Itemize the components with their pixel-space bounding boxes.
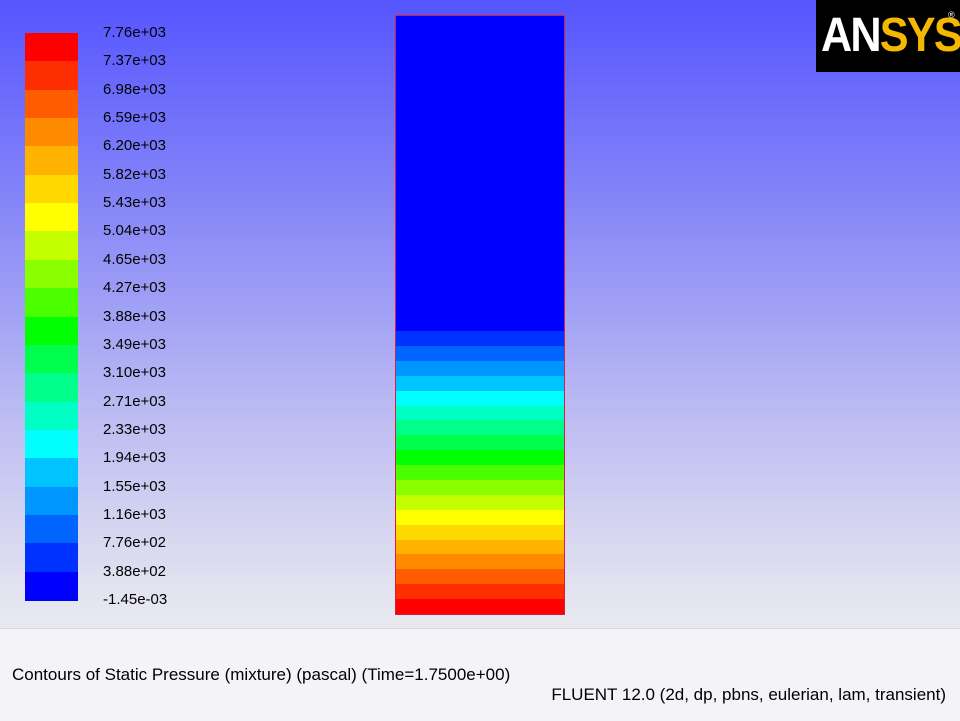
contour-band — [396, 465, 564, 482]
legend-tick-label: 1.94e+03 — [103, 449, 166, 467]
contour-band — [396, 584, 564, 601]
contour-band — [396, 524, 564, 541]
legend-tick-label: 7.76e+02 — [103, 534, 166, 552]
contour-band — [396, 569, 564, 586]
contour-band — [396, 539, 564, 556]
legend-tick-label: 5.43e+03 — [103, 194, 166, 212]
legend-swatch — [25, 231, 78, 261]
legend-swatch — [25, 514, 78, 544]
legend-tick-label: 7.37e+03 — [103, 52, 166, 70]
legend-swatch — [25, 486, 78, 516]
legend-tick-label: 1.16e+03 — [103, 505, 166, 523]
legend-tick-label: 3.88e+03 — [103, 307, 166, 325]
legend-swatch — [25, 316, 78, 346]
contour-band — [396, 494, 564, 511]
legend-swatch — [25, 259, 78, 289]
legend-tick-label: 3.49e+03 — [103, 335, 166, 353]
graphics-viewport[interactable]: 7.76e+03 7.37e+03 6.98e+03 6.59e+03 6.20e+03… — [0, 0, 960, 628]
info-bar: Contours of Static Pressure (mixture) (p… — [0, 628, 960, 721]
legend-swatch — [25, 401, 78, 431]
legend-tick-label: 4.27e+03 — [103, 279, 166, 297]
legend-tick-label: -1.45e-03 — [103, 591, 168, 608]
solver-info: FLUENT 12.0 (2d, dp, pbns, eulerian, lam… — [551, 685, 946, 704]
legend-swatch — [25, 174, 78, 204]
legend-tick-label: 6.98e+03 — [103, 80, 166, 98]
legend-tick-label: 6.59e+03 — [103, 109, 166, 127]
legend-swatch — [25, 429, 78, 459]
legend-swatch — [25, 458, 78, 488]
legend-swatch — [25, 118, 78, 148]
logo-text-an: AN — [821, 9, 882, 62]
contour-band — [396, 509, 564, 526]
legend-swatch — [25, 543, 78, 573]
contour-band — [396, 420, 564, 437]
legend-swatch — [25, 344, 78, 374]
contour-band — [396, 435, 564, 452]
legend-tick-label: 3.88e+02 — [103, 562, 166, 580]
legend-tick-label: 7.76e+03 — [103, 24, 166, 41]
legend-tick-label: 5.04e+03 — [103, 222, 166, 240]
legend-swatch — [25, 288, 78, 318]
contour-band — [396, 375, 564, 392]
legend-tick-label: 2.71e+03 — [103, 392, 166, 410]
registered-mark: ® — [948, 10, 955, 20]
contour-band — [396, 331, 564, 348]
legend-swatch — [25, 373, 78, 403]
color-legend-bar — [25, 33, 78, 601]
legend-swatch — [25, 571, 78, 601]
contour-band — [396, 360, 564, 377]
legend-tick-label: 6.20e+03 — [103, 137, 166, 155]
legend-tick-label: 4.65e+03 — [103, 250, 166, 268]
contour-band — [396, 599, 564, 614]
ansys-logo: ANSYS ® — [816, 0, 960, 72]
legend-tick-label: 1.55e+03 — [103, 477, 166, 495]
contour-band — [396, 405, 564, 422]
contour-band — [396, 390, 564, 407]
contour-band — [396, 480, 564, 497]
contour-domain — [395, 15, 565, 615]
legend-swatch — [25, 146, 78, 176]
legend-tick-label: 2.33e+03 — [103, 420, 166, 438]
legend-swatch — [25, 33, 78, 62]
contour-band — [396, 346, 564, 363]
legend-swatch — [25, 89, 78, 119]
legend-tick-label: 5.82e+03 — [103, 165, 166, 183]
legend-swatch — [25, 203, 78, 233]
legend-tick-label: 3.10e+03 — [103, 364, 166, 382]
contour-band — [396, 554, 564, 571]
contour-caption: Contours of Static Pressure (mixture) (p… — [12, 665, 511, 684]
contour-band — [396, 450, 564, 467]
uniform-pressure-region — [396, 16, 564, 332]
legend-swatch — [25, 61, 78, 91]
